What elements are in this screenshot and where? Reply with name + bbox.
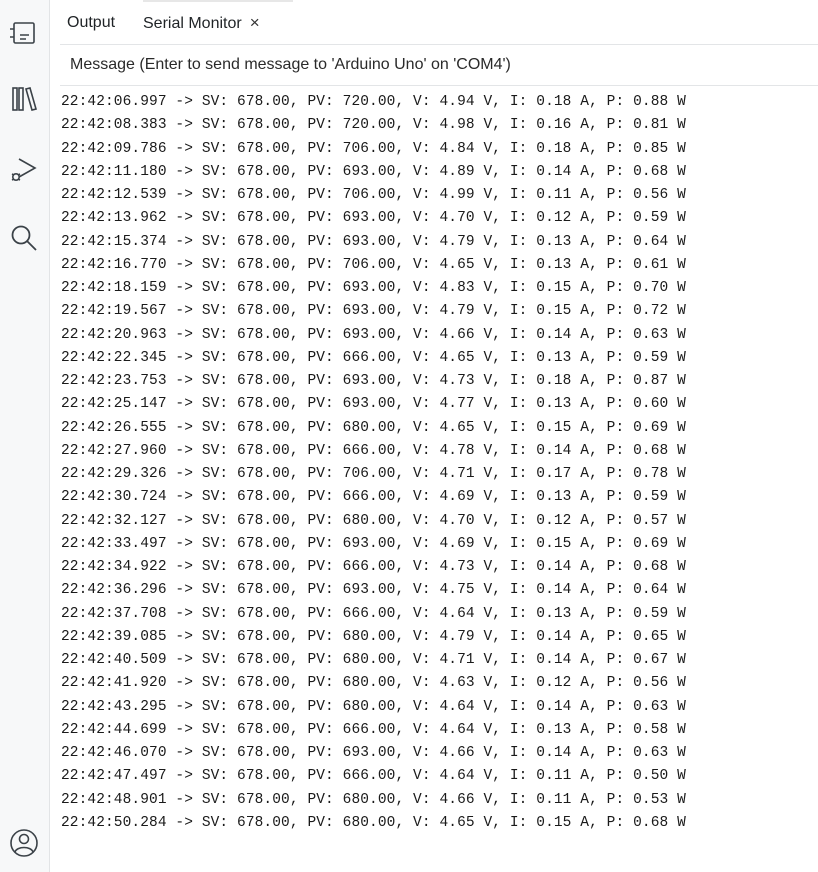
log-line: 22:42:36.296 -> SV: 678.00, PV: 693.00, …	[61, 582, 686, 599]
log-line: 22:42:29.326 -> SV: 678.00, PV: 706.00, …	[61, 466, 686, 482]
debug-icon[interactable]	[7, 153, 41, 187]
profile-icon[interactable]	[7, 826, 41, 860]
log-line: 22:42:34.922 -> SV: 678.00, PV: 666.00, …	[61, 559, 686, 575]
log-line: 22:42:41.920 -> SV: 678.00, PV: 680.00, …	[61, 675, 686, 692]
log-line: 22:42:47.497 -> SV: 678.00, PV: 666.00, …	[61, 768, 686, 785]
log-line: 22:42:44.699 -> SV: 678.00, PV: 666.00, …	[61, 721, 686, 738]
log-line: 22:42:50.284 -> SV: 678.00, PV: 680.00, …	[61, 814, 686, 831]
panel-tabbar: Output Serial Monitor ×	[50, 0, 818, 44]
tab-output-label: Output	[67, 14, 116, 31]
library-icon[interactable]	[7, 82, 41, 116]
arduino-ide-window: Output Serial Monitor × 22:42:06.997 -> S…	[0, 0, 818, 872]
log-line: 22:42:39.085 -> SV: 678.00, PV: 680.00, …	[61, 628, 686, 645]
message-input[interactable]	[60, 45, 818, 85]
log-line: 22:42:15.374 -> SV: 678.00, PV: 693.00, …	[61, 233, 686, 250]
log-line: 22:42:27.960 -> SV: 678.00, PV: 666.00, …	[61, 442, 686, 459]
tab-serial-monitor-label: Serial Monitor	[143, 15, 242, 32]
log-line: 22:42:30.724 -> SV: 678.00, PV: 666.00, …	[61, 489, 686, 506]
log-line: 22:42:20.963 -> SV: 678.00, PV: 693.00, …	[61, 326, 686, 343]
tab-output[interactable]: Output	[67, 13, 115, 33]
tab-serial-monitor[interactable]: Serial Monitor ×	[143, 13, 260, 34]
log-line: 22:42:19.567 -> SV: 678.00, PV: 693.00, …	[61, 303, 686, 320]
log-line: 22:42:43.295 -> SV: 678.00, PV: 680.00, …	[61, 698, 686, 715]
log-line: 22:42:48.901 -> SV: 678.00, PV: 680.00, …	[61, 791, 686, 808]
board-icon[interactable]	[7, 16, 41, 50]
log-line: 22:42:12.539 -> SV: 678.00, PV: 706.00, …	[61, 187, 686, 203]
active-tab-indicator	[143, 0, 293, 2]
close-icon[interactable]: ×	[250, 13, 260, 33]
log-line: 22:42:06.997 -> SV: 678.00, PV: 720.00, …	[61, 94, 686, 110]
log-line: 22:42:32.127 -> SV: 678.00, PV: 680.00, …	[61, 512, 686, 529]
log-line: 22:42:46.070 -> SV: 678.00, PV: 693.00, …	[61, 745, 686, 761]
log-line: 22:42:22.345 -> SV: 678.00, PV: 666.00, …	[61, 349, 686, 366]
log-line: 22:42:37.708 -> SV: 678.00, PV: 666.00, …	[61, 605, 686, 622]
log-line: 22:42:40.509 -> SV: 678.00, PV: 680.00, …	[61, 652, 686, 668]
log-line: 22:42:09.786 -> SV: 678.00, PV: 706.00, …	[61, 140, 686, 157]
log-line: 22:42:16.770 -> SV: 678.00, PV: 706.00, …	[61, 256, 686, 273]
message-bar	[60, 44, 818, 86]
log-line: 22:42:08.383 -> SV: 678.00, PV: 720.00, …	[61, 117, 686, 134]
log-line: 22:42:18.159 -> SV: 678.00, PV: 693.00, …	[61, 280, 686, 296]
serial-output-log[interactable]: 22:42:06.997 -> SV: 678.00, PV: 720.00, …	[61, 91, 818, 872]
log-line: 22:42:23.753 -> SV: 678.00, PV: 693.00, …	[61, 373, 686, 389]
log-line: 22:42:26.555 -> SV: 678.00, PV: 680.00, …	[61, 419, 686, 436]
search-icon[interactable]	[7, 221, 41, 255]
log-line: 22:42:13.962 -> SV: 678.00, PV: 693.00, …	[61, 210, 686, 227]
log-line: 22:42:25.147 -> SV: 678.00, PV: 693.00, …	[61, 396, 686, 413]
log-line: 22:42:11.180 -> SV: 678.00, PV: 693.00, …	[61, 163, 686, 180]
activity-sidebar	[0, 0, 50, 872]
log-line: 22:42:33.497 -> SV: 678.00, PV: 693.00, …	[61, 535, 686, 552]
